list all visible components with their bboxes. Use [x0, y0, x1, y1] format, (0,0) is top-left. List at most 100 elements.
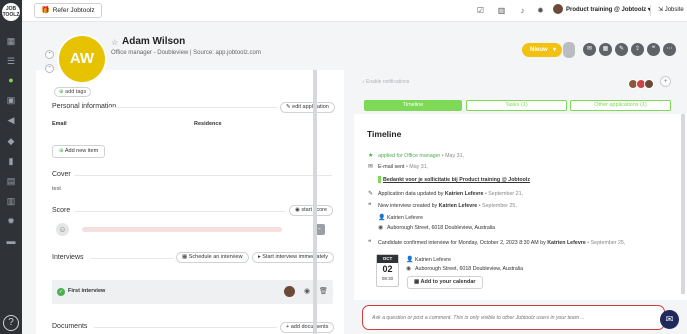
checklist-icon[interactable]: ☑	[476, 6, 485, 15]
nav-rail: JOB TOOLZ ▦ ☰ ● ▣ ◀ ◆ ▮ ▤ ▥ ✹ ▬ ?	[0, 0, 22, 334]
comments-icon[interactable]: ❝	[647, 43, 660, 56]
check-icon: ✓	[57, 288, 65, 296]
cover-value: test	[52, 186, 61, 192]
megaphone-icon[interactable]: ◀	[6, 115, 16, 125]
add-documents-label: add documents	[290, 324, 329, 330]
enable-notifications-link[interactable]: ♪ Enable notifications	[362, 79, 409, 85]
enable-notifications-label: Enable notifications	[365, 79, 410, 85]
email-subject-link[interactable]: Bedankt voor je sollicitatie bij Product…	[378, 176, 530, 183]
briefcase-icon[interactable]: ▬	[6, 236, 16, 246]
calendar-action-icon[interactable]: ▦	[599, 43, 612, 56]
tag-icon[interactable]: ◆	[6, 136, 16, 146]
divider	[74, 211, 286, 212]
help-icon[interactable]: ?	[3, 315, 19, 331]
pages-icon[interactable]: ▤	[6, 176, 16, 186]
eye-icon[interactable]: ◉	[304, 287, 310, 295]
chat-support-icon[interactable]: ✉	[660, 310, 679, 329]
add-to-calendar-button[interactable]: ▦ Add to your calendar	[407, 276, 483, 289]
trash-icon[interactable]: 🗑	[319, 287, 328, 295]
tab-timeline[interactable]: Timeline	[364, 100, 462, 111]
interviews-title: Interviews	[52, 254, 84, 261]
add-new-item-button[interactable]: ⊕ Add new item	[52, 145, 106, 158]
candidate-avatar: AW	[59, 36, 105, 82]
list-icon[interactable]: ☰	[6, 56, 16, 66]
app-root: JOB TOOLZ ▦ ☰ ● ▣ ◀ ◆ ▮ ▤ ▥ ✹ ▬ ? 🎁 Refer…	[0, 0, 687, 334]
play-icon: ▸	[258, 254, 261, 260]
dashboard-icon[interactable]: ▦	[6, 36, 16, 46]
settings-icon[interactable]: ✹	[6, 216, 16, 226]
interview-label: First interview	[68, 288, 106, 294]
email-date: • May 31,	[405, 164, 429, 170]
user-icon: 👤	[378, 215, 386, 221]
more-icon[interactable]: ⋯	[663, 43, 676, 56]
candidate-subtitle: Office manager - Doubleview | Source: ap…	[111, 50, 261, 56]
calendar-icon: ▦	[414, 279, 420, 285]
score-slider[interactable]	[82, 227, 282, 232]
scrollbar-thumb[interactable]	[313, 70, 317, 334]
refer-button[interactable]: 🎁 Refer Jobtoolz	[34, 3, 102, 18]
chart-icon[interactable]: ▮	[6, 156, 16, 166]
add-tags-button[interactable]: ⊕ add tags	[54, 87, 92, 97]
plus-icon: +	[286, 324, 290, 330]
calendar-icon[interactable]: ▣	[6, 95, 16, 105]
collapse-button-2[interactable]: -	[45, 64, 54, 73]
stats-icon[interactable]: ▥	[6, 196, 16, 206]
schedule-interview-button[interactable]: ▦ Schedule an interview	[176, 252, 249, 263]
divider	[108, 107, 278, 108]
pencil-icon: ✎	[368, 191, 374, 197]
jobsite-link[interactable]: ⇲ Jobsite	[658, 4, 684, 16]
chat-icon: ❝	[368, 203, 372, 209]
jobsite-label: Jobsite	[664, 7, 684, 13]
upload-icon[interactable]: ⇪	[631, 43, 644, 56]
comment-area	[354, 300, 687, 334]
add-follower-button[interactable]: +	[660, 76, 671, 87]
divider	[94, 327, 277, 328]
tab-other-applications[interactable]: Other applications (1)	[570, 100, 671, 111]
gear-icon[interactable]: ✹	[536, 6, 545, 15]
user-menu[interactable]: Product training @ Jobtoolz ▾	[553, 4, 651, 16]
personal-info-title: Personal information	[52, 103, 117, 110]
candidates-icon[interactable]: ●	[6, 75, 16, 85]
timeline-created: New interview created by Katrien Lefevre…	[378, 203, 517, 209]
right-panel-header: ♪ Enable notifications + Timeline Tasks …	[354, 70, 687, 114]
start-score-button[interactable]: ◉ start score	[289, 205, 334, 216]
left-scrollbar[interactable]	[313, 70, 317, 334]
app-logo[interactable]: JOB TOOLZ	[2, 3, 20, 21]
bell-icon[interactable]: ♪	[518, 6, 527, 15]
comment-input[interactable]	[372, 313, 652, 323]
add-documents-button[interactable]: + add documents	[280, 322, 335, 333]
refer-label: Refer Jobtoolz	[52, 7, 95, 14]
collapse-button[interactable]: -	[45, 50, 54, 59]
email-label: Email	[52, 121, 67, 127]
chevron-down-icon: ▾	[552, 47, 556, 53]
date-time: 08:30	[381, 276, 394, 281]
divider	[74, 175, 332, 176]
star-icon[interactable]: ☆	[111, 38, 118, 47]
user-label: Product training @ Jobtoolz	[566, 7, 647, 13]
user-avatar	[553, 4, 563, 15]
edit-application-button[interactable]: ✎ edit application	[280, 102, 335, 113]
comment-box[interactable]	[362, 305, 665, 330]
start-interview-button[interactable]: ▸ Start interview immediately	[252, 252, 335, 263]
applied-text: applied for Office manager	[378, 153, 441, 159]
external-link-icon: ⇲	[658, 7, 664, 13]
stage-dropdown[interactable]: Nieuw ▾	[522, 43, 562, 57]
divider	[91, 258, 173, 259]
right-scrollbar[interactable]	[681, 114, 685, 294]
created-date: • September 25,	[478, 203, 517, 209]
score-face-icon: ☺	[56, 223, 69, 236]
candidate-name: Adam Wilson	[122, 36, 186, 47]
edit-icon[interactable]: ✎	[615, 43, 628, 56]
updated-date: • September 21,	[484, 191, 524, 197]
chat-icon: ❝	[368, 240, 372, 246]
add-new-item-label: Add new item	[64, 148, 99, 154]
plus-icon: ⊕	[59, 148, 64, 154]
right-panel: ♪ Enable notifications + Timeline Tasks …	[354, 70, 687, 334]
interview-card[interactable]: ✓ First interview ◉ 🗑	[52, 280, 333, 304]
confirmed-text: Candidate confirmed interview for Monday…	[378, 240, 546, 246]
chart-bar-icon[interactable]: ▥	[497, 6, 506, 15]
tab-tasks[interactable]: Tasks (1)	[466, 100, 567, 111]
drag-hand-icon[interactable]	[563, 42, 575, 58]
mail-icon[interactable]: ✉	[583, 43, 596, 56]
timeline-updated: Application data updated by Katrien Lefe…	[378, 191, 523, 197]
